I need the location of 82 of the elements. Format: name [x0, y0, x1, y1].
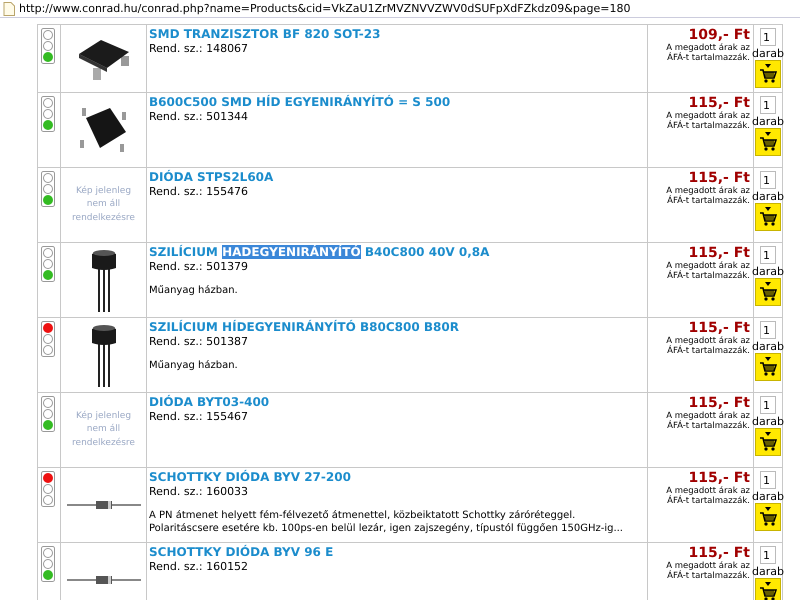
unit-label: darab: [752, 190, 784, 203]
product-description: Műanyag házban.: [149, 285, 239, 298]
unit-label: darab: [752, 47, 784, 60]
image-unavailable-text: Kép jelenleg nem áll rendelkezésre: [71, 410, 136, 450]
cart-icon: [759, 582, 777, 600]
order-number: Rend. sz.: 155467: [149, 410, 250, 423]
traffic-light-icon: [41, 471, 55, 507]
traffic-light-icon: [41, 321, 55, 357]
quantity-field[interactable]: 1: [760, 96, 776, 114]
product-title-link[interactable]: SZILÍCIUM HADEGYENIRÁNYÍTÓ B40C800 40V 0,8A: [149, 245, 490, 259]
price: 115,- Ft: [688, 170, 750, 186]
traffic-light-icon: [41, 28, 55, 64]
traffic-light-icon: [41, 96, 55, 132]
add-to-cart-button[interactable]: [755, 203, 781, 231]
cart-icon: [759, 507, 777, 527]
unit-label: darab: [752, 415, 784, 428]
transistor-drawing: [90, 248, 116, 312]
price: 115,- Ft: [688, 545, 750, 561]
cart-icon: [759, 64, 777, 84]
address-bar[interactable]: http://www.conrad.hu/conrad.php?name=Products&cid=VkZaU1ZrMVZNVVZWV0dSUFpXdFZkdz09&page=180: [0, 0, 800, 18]
traffic-light-icon: [41, 546, 55, 582]
product-title-link[interactable]: SCHOTTKY DIÓDA BYV 96 E: [149, 545, 334, 559]
add-to-cart-button[interactable]: [755, 353, 781, 381]
product-title-link[interactable]: SZILÍCIUM HÍDEGYENIRÁNYÍTÓ B80C800 B80R: [149, 320, 459, 334]
transistor-drawing: [90, 323, 116, 387]
add-to-cart-button[interactable]: [755, 128, 781, 156]
unit-label: darab: [752, 340, 784, 353]
product-title-link[interactable]: SCHOTTKY DIÓDA BYV 27-200: [149, 470, 351, 484]
order-number: Rend. sz.: 160152: [149, 560, 250, 573]
vat-note: A megadott árak az ÁFÁ-t tartalmazzák.: [665, 411, 750, 432]
cart-icon: [759, 432, 777, 452]
vat-note: A megadott árak az ÁFÁ-t tartalmazzák.: [665, 561, 750, 582]
quantity-field[interactable]: 1: [760, 546, 776, 564]
price: 115,- Ft: [688, 95, 750, 111]
vat-note: A megadott árak az ÁFÁ-t tartalmazzák.: [665, 261, 750, 282]
price: 115,- Ft: [688, 395, 750, 411]
traffic-light-icon: [41, 171, 55, 207]
add-to-cart-button[interactable]: [755, 278, 781, 306]
quantity-field[interactable]: 1: [760, 171, 776, 189]
traffic-light-icon: [41, 246, 55, 282]
quantity-field[interactable]: 1: [760, 246, 776, 264]
vat-note: A megadott árak az ÁFÁ-t tartalmazzák.: [665, 111, 750, 132]
add-to-cart-button[interactable]: [755, 578, 781, 600]
product-title-link[interactable]: DIÓDA BYT03-400: [149, 395, 270, 409]
order-number: Rend. sz.: 160033: [149, 485, 250, 498]
unit-label: darab: [752, 490, 784, 503]
add-to-cart-button[interactable]: [755, 60, 781, 88]
vat-note: A megadott árak az ÁFÁ-t tartalmazzák.: [665, 486, 750, 506]
product-description: Műanyag házban.: [149, 360, 239, 372]
vat-note: A megadott árak az ÁFÁ-t tartalmazzák.: [665, 43, 750, 64]
order-number: Rend. sz.: 148067: [149, 42, 250, 55]
page-icon: [3, 2, 15, 16]
product-title-link[interactable]: B600C500 SMD HÍD EGYENIRÁNYÍTÓ = S 500: [149, 95, 450, 109]
price: 115,- Ft: [688, 470, 750, 486]
quantity-field[interactable]: 1: [760, 396, 776, 414]
order-number: Rend. sz.: 501379: [149, 260, 250, 273]
product-title-link[interactable]: DIÓDA STPS2L60A: [149, 170, 274, 184]
cart-icon: [759, 207, 777, 227]
price: 115,- Ft: [688, 245, 750, 261]
vat-note: A megadott árak az ÁFÁ-t tartalmazzák.: [665, 336, 750, 356]
unit-label: darab: [752, 565, 784, 578]
quantity-field[interactable]: 1: [760, 28, 776, 46]
image-unavailable-text: Kép jelenleg nem áll rendelkezésre: [71, 184, 136, 225]
order-number: Rend. sz.: 501344: [149, 110, 250, 123]
add-to-cart-button[interactable]: [755, 503, 781, 531]
vat-note: A megadott árak az ÁFÁ-t tartalmazzák.: [665, 186, 750, 206]
unit-label: darab: [752, 115, 784, 128]
product-description: A PN átmenet helyett fém-félvezető átmenettel, közbeiktatott Schottky záróréteggel. Polaritáscsere esetére kb. 100ps-en belül lezár, igen zajszegény, típustól függően 150GHz-ig...: [149, 510, 624, 535]
price: 109,- Ft: [688, 27, 750, 43]
order-number: Rend. sz.: 155476: [149, 185, 250, 198]
url-text: http://www.conrad.hu/conrad.php?name=Products&cid=VkZaU1ZrMVZNVVZWV0dSUFpXdFZkdz09&page=180: [19, 2, 631, 15]
quantity-field[interactable]: 1: [760, 471, 776, 489]
price: 115,- Ft: [688, 320, 750, 336]
cart-icon: [759, 357, 777, 377]
unit-label: darab: [752, 265, 784, 278]
quantity-field[interactable]: 1: [760, 321, 776, 339]
product-title-link[interactable]: SMD TRANZISZTOR BF 820 SOT-23: [149, 27, 380, 41]
order-number: Rend. sz.: 501387: [149, 335, 250, 348]
cart-icon: [759, 132, 777, 152]
traffic-light-icon: [41, 396, 55, 432]
cart-icon: [759, 282, 777, 302]
add-to-cart-button[interactable]: [755, 428, 781, 456]
